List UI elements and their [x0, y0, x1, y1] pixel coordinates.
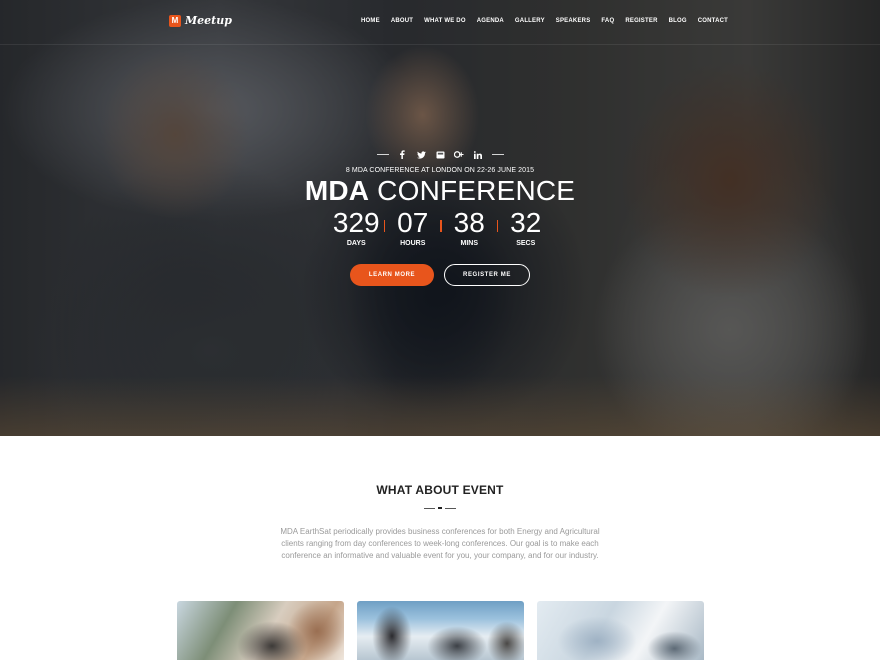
- countdown-days: 329 DAYS: [328, 206, 385, 247]
- countdown-hours-value: 07: [397, 207, 429, 238]
- twitter-icon[interactable]: [416, 149, 427, 160]
- countdown-mins: 38 MINS: [441, 206, 498, 247]
- section-title: WHAT ABOUT EVENT: [376, 483, 504, 497]
- event-image-cards: [177, 601, 704, 660]
- nav-contact[interactable]: CONTACT: [698, 18, 728, 24]
- nav-register[interactable]: REGISTER: [625, 18, 657, 24]
- event-image-card[interactable]: [357, 601, 524, 660]
- countdown-mins-label: MINS: [460, 240, 478, 247]
- card-photo-detail: [647, 631, 702, 660]
- event-image-card[interactable]: [537, 601, 704, 660]
- countdown-days-label: DAYS: [346, 240, 366, 247]
- linkedin-icon[interactable]: [473, 149, 484, 160]
- logo-text: Meetup: [185, 14, 232, 27]
- logo-mark-icon: M: [169, 14, 181, 27]
- divider-line: [445, 507, 456, 509]
- divider-line: [424, 507, 435, 509]
- section-divider: [424, 507, 456, 509]
- countdown-hours: 07 HOURS: [384, 206, 441, 247]
- nav-agenda[interactable]: AGENDA: [477, 18, 504, 24]
- nav-faq[interactable]: FAQ: [601, 18, 614, 24]
- site-logo[interactable]: M Meetup: [169, 14, 232, 27]
- facebook-icon[interactable]: [397, 149, 408, 160]
- nav-blog[interactable]: BLOG: [669, 18, 687, 24]
- social-line-right: [491, 154, 504, 155]
- email-icon[interactable]: [435, 149, 446, 160]
- hero-title-light: CONFERENCE: [377, 175, 576, 206]
- nav-about[interactable]: ABOUT: [391, 18, 413, 24]
- learn-more-button[interactable]: LEARN MORE: [350, 264, 434, 286]
- top-navbar: M Meetup HOME ABOUT WHAT WE DO AGENDA GA…: [0, 0, 880, 45]
- card-photo-detail: [557, 616, 637, 660]
- nav-gallery[interactable]: GALLERY: [515, 18, 545, 24]
- google-plus-icon[interactable]: [454, 149, 465, 160]
- register-me-button[interactable]: REGISTER ME: [444, 264, 530, 286]
- hero-section: M Meetup HOME ABOUT WHAT WE DO AGENDA GA…: [0, 0, 880, 436]
- social-links: [0, 149, 880, 160]
- card-photo-detail: [487, 621, 524, 660]
- countdown-secs: 32 SECS: [497, 206, 554, 247]
- main-menu: HOME ABOUT WHAT WE DO AGENDA GALLERY SPE…: [361, 18, 739, 24]
- countdown-secs-label: SECS: [516, 240, 536, 247]
- hero-bottom-shade: [0, 376, 880, 436]
- countdown-hours-label: HOURS: [400, 240, 426, 247]
- hero-title-bold: MDA: [304, 175, 370, 206]
- event-image-card[interactable]: [177, 601, 344, 660]
- hero-title: MDA CONFERENCE: [0, 175, 880, 207]
- countdown-days-value: 329: [332, 207, 380, 238]
- nav-what-we-do[interactable]: WHAT WE DO: [424, 18, 466, 24]
- hero-subtitle: 8 MDA CONFERENCE AT LONDON ON 22-26 JUNE…: [345, 167, 535, 174]
- nav-speakers[interactable]: SPEAKERS: [556, 18, 591, 24]
- countdown-secs-value: 32: [510, 207, 542, 238]
- countdown-mins-value: 38: [453, 207, 485, 238]
- card-photo-detail: [427, 626, 487, 660]
- card-photo-detail: [287, 601, 344, 660]
- countdown-timer: 329 DAYS 07 HOURS 38 MINS 32 SECS: [328, 206, 554, 247]
- nav-home[interactable]: HOME: [361, 18, 380, 24]
- card-photo-detail: [372, 606, 412, 660]
- section-description: MDA EarthSat periodically provides busin…: [280, 527, 600, 560]
- social-line-left: [376, 154, 389, 155]
- divider-dot: [438, 507, 442, 509]
